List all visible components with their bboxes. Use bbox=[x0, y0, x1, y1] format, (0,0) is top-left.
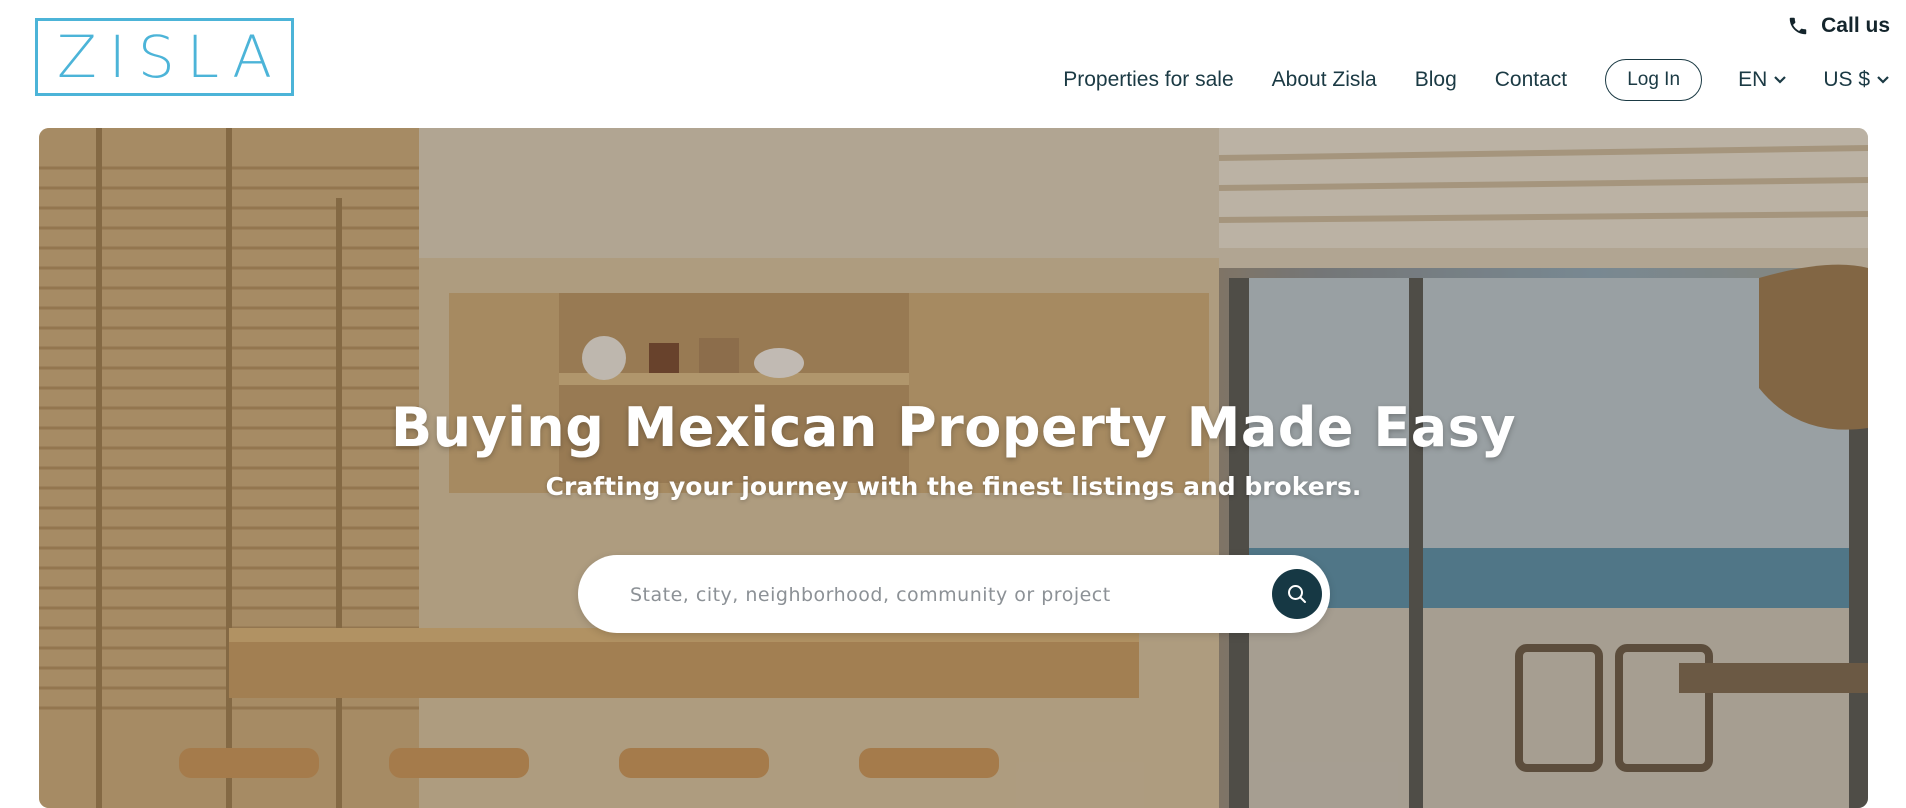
login-button[interactable]: Log In bbox=[1605, 59, 1703, 101]
search-input[interactable] bbox=[628, 555, 1252, 635]
nav-about-zisla[interactable]: About Zisla bbox=[1272, 68, 1377, 92]
chevron-down-icon bbox=[1774, 76, 1787, 84]
phone-icon bbox=[1789, 17, 1807, 35]
language-value: EN bbox=[1738, 68, 1768, 91]
hero-title: Buying Mexican Property Made Easy bbox=[390, 396, 1517, 459]
currency-selector[interactable]: US $ bbox=[1823, 68, 1890, 92]
call-us-link[interactable]: Call us bbox=[1787, 14, 1890, 38]
hero-overlay bbox=[39, 128, 1868, 808]
nav-contact[interactable]: Contact bbox=[1495, 68, 1567, 92]
search-icon bbox=[1288, 585, 1306, 603]
hero-banner: Buying Mexican Property Made Easy Crafti… bbox=[39, 128, 1868, 808]
currency-value: US $ bbox=[1823, 68, 1870, 91]
hero-subtitle: Crafting your journey with the finest li… bbox=[545, 472, 1362, 501]
search-button[interactable] bbox=[1272, 569, 1322, 619]
nav-properties-for-sale[interactable]: Properties for sale bbox=[1063, 68, 1233, 92]
chevron-down-icon bbox=[1877, 76, 1889, 84]
nav-blog[interactable]: Blog bbox=[1415, 68, 1457, 92]
call-us-label: Call us bbox=[1821, 14, 1890, 37]
logo-text: ZISLA bbox=[57, 23, 284, 91]
search-bar bbox=[578, 555, 1330, 635]
zisla-logo[interactable]: ZISLA bbox=[35, 18, 294, 96]
main-navigation: Properties for sale About Zisla Blog Con… bbox=[1025, 58, 1890, 102]
language-selector[interactable]: EN bbox=[1738, 68, 1787, 92]
